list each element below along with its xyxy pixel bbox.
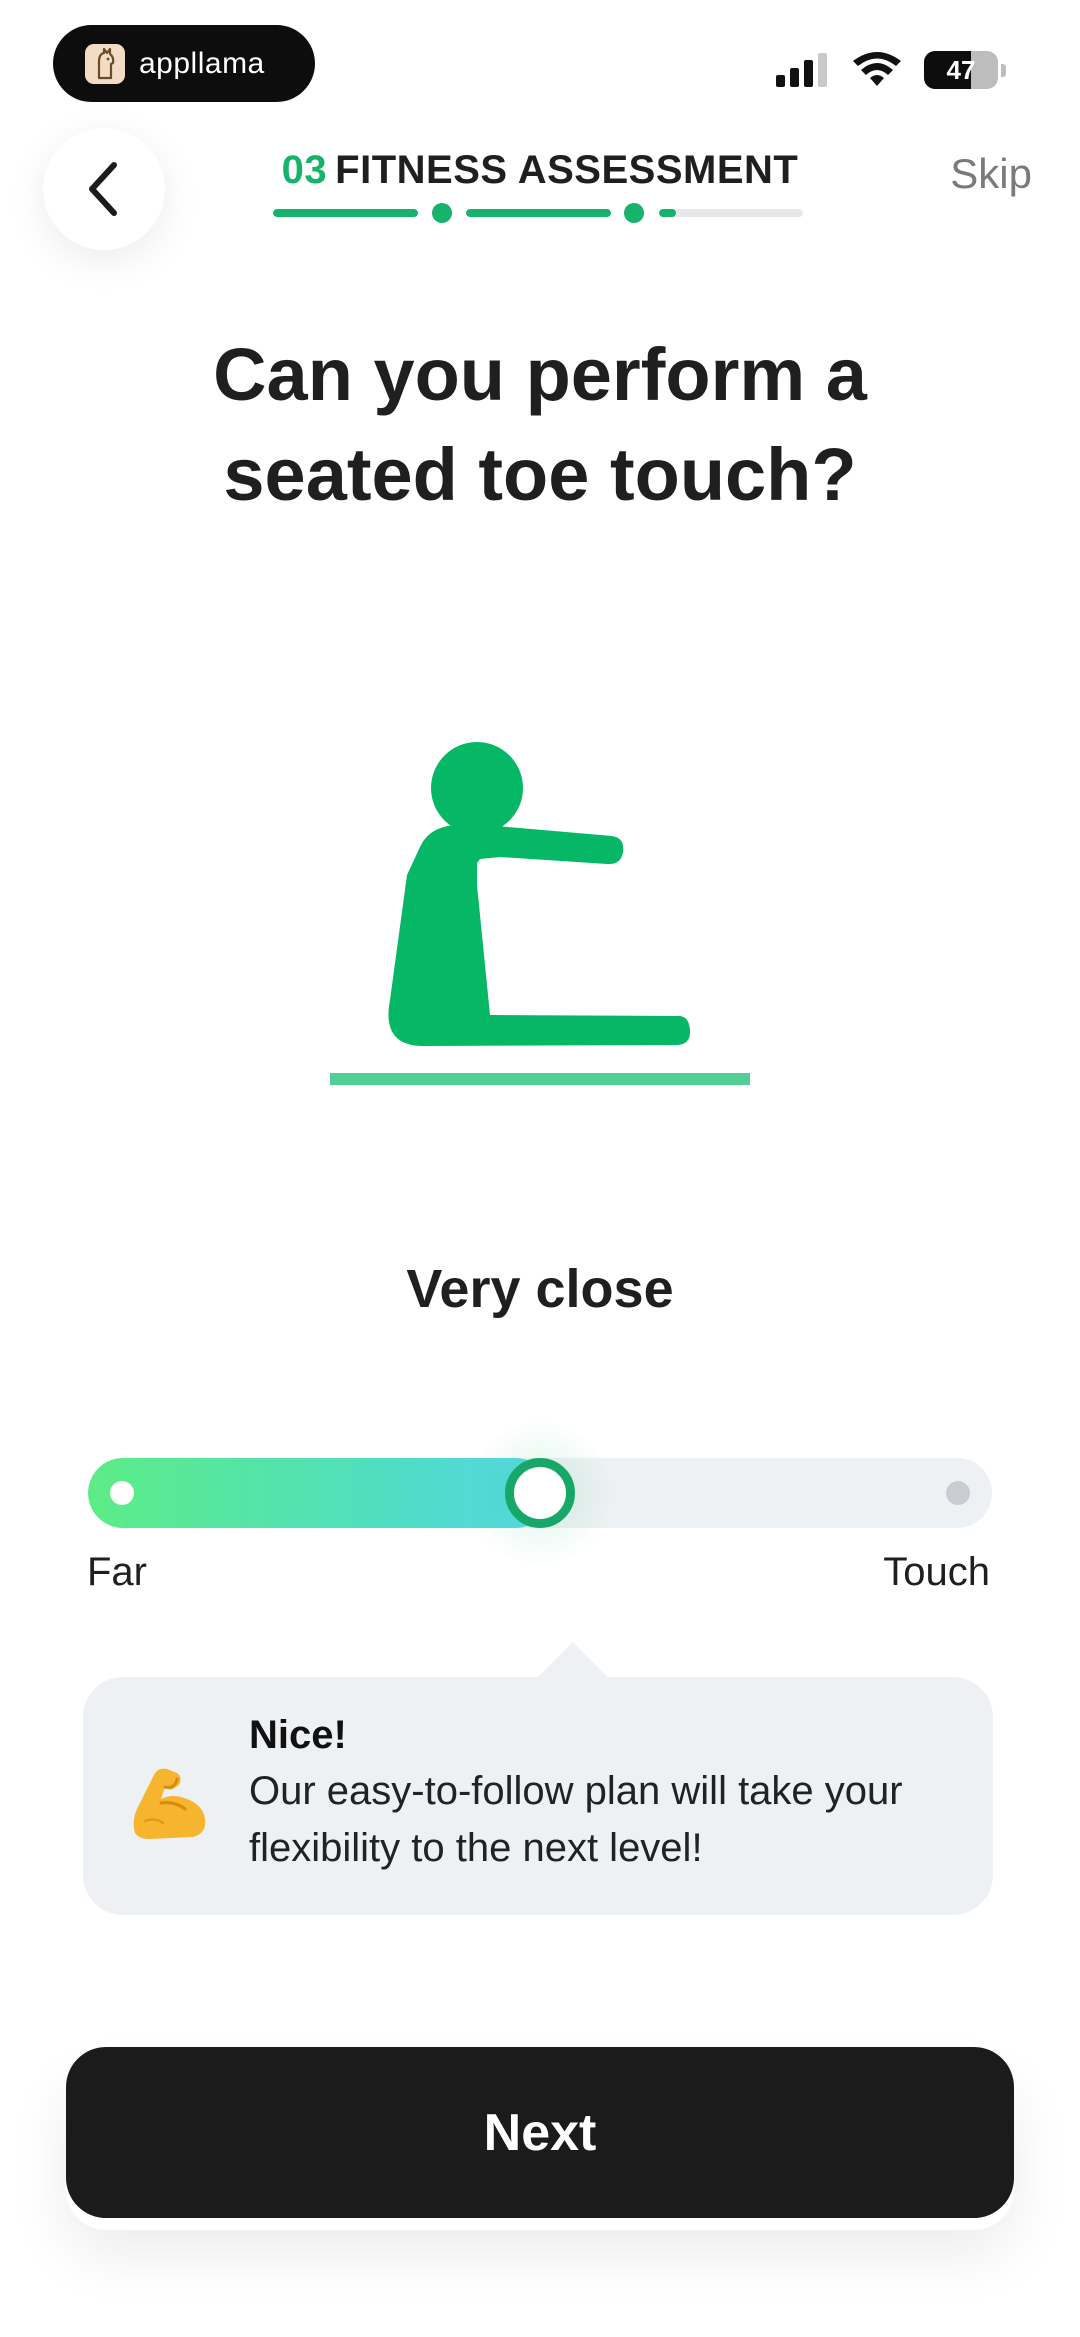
slider-thumb-knob: [505, 1458, 575, 1528]
feedback-title: Nice!: [249, 1713, 347, 1757]
battery-level: 47: [946, 54, 976, 85]
figure-body: [388, 825, 691, 1047]
step-name: FITNESS ASSESSMENT: [335, 148, 799, 192]
progress-segment: [466, 209, 611, 217]
figure-head: [431, 742, 523, 834]
progress-segment-fill: [466, 209, 611, 217]
question-heading: Can you perform a seated toe touch?: [80, 325, 1000, 525]
battery-indicator: 47: [924, 51, 998, 89]
slider-thumb[interactable]: [465, 1418, 615, 1568]
next-button[interactable]: Next: [66, 2047, 1014, 2218]
slider-max-label: Touch: [883, 1550, 990, 1594]
flexed-biceps-icon: [133, 1768, 206, 1839]
progress-milestone: [432, 203, 452, 223]
flexibility-slider[interactable]: [88, 1418, 992, 1568]
slider-start-dot: [110, 1481, 134, 1505]
step-number: 03: [281, 148, 328, 192]
app-pill-label: appllama: [139, 46, 265, 80]
slider-min-label: Far: [87, 1550, 147, 1594]
app-switcher-pill[interactable]: appllama: [53, 25, 315, 102]
progress-segment: [659, 209, 803, 217]
progress-segment: [273, 209, 418, 217]
feedback-card-pointer: [537, 1642, 609, 1678]
feedback-body: Our easy-to-follow plan will take your f…: [249, 1769, 903, 1870]
slider-end-dot: [946, 1481, 970, 1505]
wifi-icon: [853, 52, 901, 86]
progress-segment-fill: [273, 209, 418, 217]
skip-button[interactable]: Skip: [950, 150, 1032, 198]
slider-value-label: Very close: [406, 1259, 674, 1319]
floor-line: [330, 1073, 750, 1085]
status-indicators: 47: [776, 50, 1006, 90]
progress-segment-fill: [659, 209, 677, 217]
cellular-signal-icon: [776, 53, 827, 87]
progress-milestone: [624, 203, 644, 223]
seated-toe-touch-figure: [330, 742, 750, 1085]
llama-logo-icon: [85, 43, 125, 84]
question-line: Can you perform a: [213, 333, 867, 416]
feedback-card: Nice! Our easy-to-follow plan will take …: [83, 1677, 993, 1915]
onboarding-progress: [273, 203, 803, 223]
battery-nub: [1001, 63, 1006, 77]
question-line: seated toe touch?: [223, 433, 857, 516]
step-title: 03 FITNESS ASSESSMENT: [0, 148, 1080, 193]
